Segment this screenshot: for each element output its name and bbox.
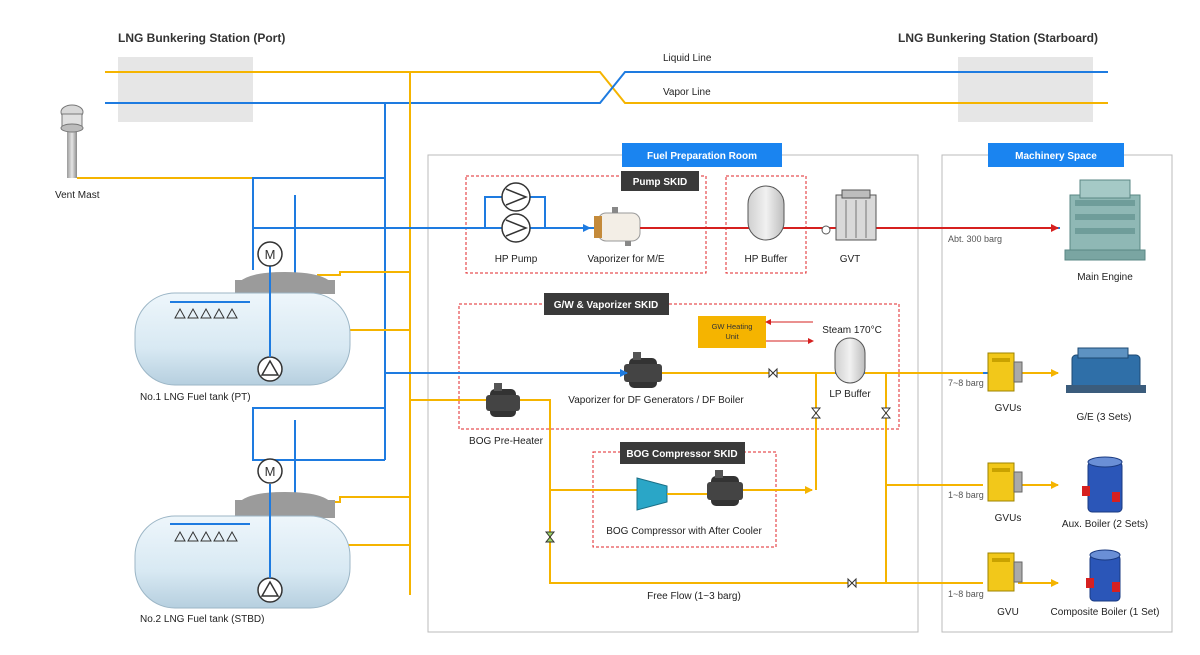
gvu-icon xyxy=(987,352,1023,392)
ge-pressure-label: 7~8 barg xyxy=(948,378,984,388)
machinery-space-title: Machinery Space xyxy=(1015,151,1097,162)
lp-buffer-label: LP Buffer xyxy=(829,389,871,400)
vaporizer-df-label: Vaporizer for DF Generators / DF Boiler xyxy=(568,395,744,406)
fuel-prep-room-title: Fuel Preparation Room xyxy=(647,151,757,162)
gw-heating-unit-label-1: GW Heating xyxy=(712,322,753,331)
vent-mast-label: Vent Mast xyxy=(55,190,100,201)
bog-compressor-icon xyxy=(636,470,743,511)
me-pressure-label: Abt. 300 barg xyxy=(948,234,1002,244)
bog-preheater-icon xyxy=(486,383,520,417)
vaporizer-me-label: Vaporizer for M/E xyxy=(587,254,664,265)
lng-tank-1 xyxy=(134,266,351,386)
gw-vaporizer-skid xyxy=(458,303,900,430)
bunkering-lines xyxy=(105,71,1108,104)
free-flow-label: Free Flow (1~3 barg) xyxy=(647,591,741,602)
hp-pump-label: HP Pump xyxy=(495,254,538,265)
port-station-box xyxy=(118,57,253,122)
hp-buffer-icon xyxy=(747,185,785,241)
hp-buffer-label: HP Buffer xyxy=(745,254,789,265)
starboard-station-box xyxy=(958,57,1093,122)
vaporizer-df-icon xyxy=(624,352,662,388)
motor-icon: M xyxy=(257,458,283,484)
svg-text:M: M xyxy=(265,464,276,479)
vapor-line-label: Vapor Line xyxy=(663,87,711,98)
steam-label: Steam 170°C xyxy=(822,325,882,336)
gvus1-label: GVUs xyxy=(995,403,1022,414)
tank2-label: No.2 LNG Fuel tank (STBD) xyxy=(140,614,264,625)
hp-pump-icon xyxy=(501,182,531,243)
gvt-icon xyxy=(821,189,877,241)
bog-compressor-skid-title: BOG Compressor SKID xyxy=(626,449,737,460)
vaporizer-me-icon xyxy=(594,207,641,246)
ge-label: G/E (3 Sets) xyxy=(1076,412,1131,423)
gvu-icon xyxy=(987,462,1023,502)
hp-pump-piping xyxy=(410,196,591,232)
port-station-label: LNG Bunkering Station (Port) xyxy=(118,31,285,45)
lp-buffer-icon xyxy=(834,337,866,384)
bog-preheater-label: BOG Pre-Heater xyxy=(469,436,544,447)
gvu-icon xyxy=(987,552,1023,592)
aux-boiler-icon xyxy=(1082,456,1123,513)
comp-pressure-label: 1~8 barg xyxy=(948,589,984,599)
gvus2-label: GVUs xyxy=(995,513,1022,524)
composite-boiler-icon xyxy=(1086,549,1121,602)
pump-skid-title: Pump SKID xyxy=(633,177,687,188)
submerged-pump-icon xyxy=(257,356,283,382)
bog-compressor-label: BOG Compressor with After Cooler xyxy=(606,526,762,537)
gvu-label: GVU xyxy=(997,607,1019,618)
steam-lines xyxy=(765,319,814,344)
aux-boiler-label: Aux. Boiler (2 Sets) xyxy=(1062,519,1148,530)
lng-fuel-system-diagram: LNG Bunkering Station (Port) LNG Bunkeri… xyxy=(0,0,1200,650)
liquid-line-label: Liquid Line xyxy=(663,53,712,64)
tank1-label: No.1 LNG Fuel tank (PT) xyxy=(140,392,251,403)
main-engine-icon xyxy=(1064,179,1146,261)
gw-heating-unit-label-2: Unit xyxy=(725,332,739,341)
composite-boiler-label: Composite Boiler (1 Set) xyxy=(1051,607,1160,618)
svg-text:M: M xyxy=(265,247,276,262)
vent-mast-icon xyxy=(60,104,84,178)
submerged-pump-icon xyxy=(257,577,283,603)
diagram-canvas: LNG Bunkering Station (Port) LNG Bunkeri… xyxy=(55,31,1173,633)
gw-vaporizer-skid-title: G/W & Vaporizer SKID xyxy=(554,300,658,311)
lng-tank-2 xyxy=(134,484,351,609)
main-engine-label: Main Engine xyxy=(1077,272,1133,283)
starboard-station-label: LNG Bunkering Station (Starboard) xyxy=(898,31,1098,45)
generator-engine-icon xyxy=(1066,347,1146,393)
aux-pressure-label: 1~8 barg xyxy=(948,490,984,500)
motor-icon: M xyxy=(257,241,283,267)
gvt-label: GVT xyxy=(840,254,861,265)
